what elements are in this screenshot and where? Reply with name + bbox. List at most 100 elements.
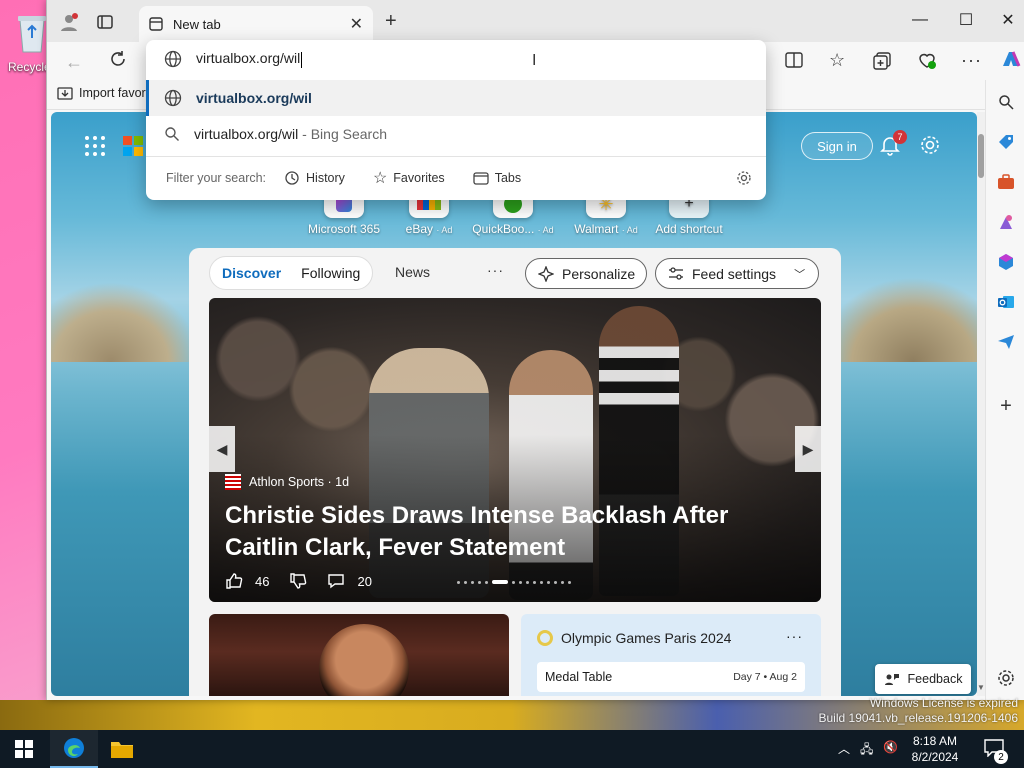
- outlook-icon[interactable]: [996, 292, 1016, 312]
- hero-story-card[interactable]: ◀ ▶ Athlon Sports · 1d Christie Sides Dr…: [209, 298, 821, 602]
- tab-actions-icon[interactable]: [97, 14, 113, 30]
- carousel-next-button[interactable]: ▶: [795, 426, 821, 472]
- medal-table-row[interactable]: Medal Table Day 7 • Aug 2: [537, 662, 805, 692]
- feed-settings-label: Feed settings: [692, 265, 777, 282]
- olympic-rings-icon: [537, 630, 553, 646]
- page-scrollbar[interactable]: ▼: [977, 112, 985, 696]
- comment-icon[interactable]: [327, 572, 345, 590]
- taskbar-edge-button[interactable]: [50, 730, 98, 768]
- scrollbar-thumb[interactable]: [978, 134, 984, 178]
- address-bar-dropdown: virtualbox.org/wil I virtualbox.org/wil …: [146, 40, 766, 200]
- minimize-button[interactable]: —: [897, 6, 943, 34]
- tab-strip: New tab ✕ + — ☐ ✕: [47, 0, 1024, 42]
- app-launcher-icon[interactable]: [85, 136, 105, 156]
- feedback-button[interactable]: Feedback: [875, 664, 971, 694]
- edge-sidebar: +: [985, 80, 1024, 700]
- windows-license-watermark: Windows License is expired Build 19041.v…: [819, 696, 1019, 726]
- ad-label: · Ad: [436, 225, 453, 235]
- text-cursor-icon: I: [532, 52, 537, 69]
- sign-in-button[interactable]: Sign in: [801, 132, 873, 160]
- more-options-icon[interactable]: ···: [961, 50, 982, 71]
- suggestion-bing-search[interactable]: virtualbox.org/wil - Bing Search: [146, 116, 766, 152]
- tab-following[interactable]: Following: [301, 265, 360, 281]
- volume-muted-icon[interactable]: 🔇: [883, 740, 898, 761]
- chevron-down-icon: ﹀: [794, 268, 806, 281]
- shortcut-label: Add shortcut: [655, 222, 723, 236]
- back-icon[interactable]: ←: [65, 52, 83, 73]
- shortcut-label: eBay: [405, 222, 433, 236]
- page-settings-gear-icon[interactable]: [919, 134, 941, 156]
- clock-date: 8/2/2024: [911, 750, 959, 764]
- gymnast-story-card[interactable]: [209, 614, 509, 696]
- taskbar-clock[interactable]: 8:18 AM 8/2/2024: [904, 733, 966, 765]
- like-count: 46: [255, 573, 270, 589]
- feed-settings-button[interactable]: Feed settings ﹀: [655, 258, 819, 289]
- recycle-bin-label[interactable]: Recycle: [8, 60, 51, 74]
- toolbox-icon[interactable]: [996, 172, 1016, 192]
- address-bar-input[interactable]: virtualbox.org/wil I: [146, 40, 766, 78]
- typed-url: virtualbox.org/wil: [196, 50, 301, 67]
- m365-icon[interactable]: [996, 252, 1016, 272]
- search-settings-gear-icon[interactable]: [736, 170, 752, 186]
- search-icon[interactable]: [996, 92, 1016, 112]
- scroll-down-arrow-icon[interactable]: ▼: [977, 683, 985, 692]
- filter-history-button[interactable]: History: [284, 170, 345, 186]
- import-favorites-button[interactable]: Import favor: [57, 86, 146, 100]
- personalize-button[interactable]: Personalize: [525, 258, 647, 289]
- tab-news[interactable]: News: [395, 264, 430, 280]
- filter-label: Filter your search:: [166, 171, 267, 185]
- settings-icon[interactable]: [996, 668, 1016, 688]
- close-window-button[interactable]: ✕: [985, 6, 1024, 34]
- feedback-label: Feedback: [907, 672, 963, 686]
- tab-new-tab[interactable]: New tab ✕: [139, 6, 373, 42]
- like-icon[interactable]: [225, 572, 243, 590]
- gymnast-image: [319, 624, 409, 696]
- start-button[interactable]: [0, 730, 48, 768]
- show-hidden-icons-chevron-icon[interactable]: ︿: [838, 740, 850, 761]
- athlon-sports-logo-icon: [225, 474, 241, 490]
- network-icon[interactable]: 🖧: [860, 740, 873, 761]
- olympic-card-more-icon[interactable]: ···: [786, 628, 803, 644]
- new-tab-icon: [149, 17, 163, 31]
- collections-icon[interactable]: [873, 52, 891, 70]
- filter-favorites-button[interactable]: ☆ Favorites: [373, 168, 445, 188]
- add-icon[interactable]: +: [996, 395, 1016, 417]
- medal-table-date: Day 7 • Aug 2: [733, 671, 797, 683]
- copilot-icon[interactable]: [999, 48, 1023, 72]
- profile-icon[interactable]: [59, 12, 79, 32]
- tab-discover[interactable]: Discover: [222, 265, 281, 281]
- ad-label: · Ad: [621, 225, 638, 235]
- shortcut-label: Microsoft 365: [307, 222, 381, 236]
- story-source[interactable]: Athlon Sports · 1d: [225, 474, 349, 490]
- olympic-games-card[interactable]: Olympic Games Paris 2024 ··· Medal Table…: [521, 614, 821, 696]
- taskbar-file-explorer-button[interactable]: [98, 730, 146, 768]
- globe-icon: [164, 50, 182, 68]
- browser-essentials-icon[interactable]: [917, 50, 937, 70]
- new-tab-plus-icon[interactable]: +: [385, 10, 397, 33]
- games-icon[interactable]: [996, 212, 1016, 232]
- feed-more-icon[interactable]: ···: [487, 262, 504, 278]
- favorites-star-icon[interactable]: ☆: [829, 50, 845, 71]
- recycle-bin-icon[interactable]: [14, 10, 50, 54]
- taskbar: ︿ 🖧 🔇 8:18 AM 8/2/2024 2: [0, 730, 1024, 768]
- close-tab-icon[interactable]: ✕: [350, 14, 363, 34]
- refresh-icon[interactable]: [109, 50, 127, 68]
- carousel-indicator[interactable]: [457, 576, 571, 588]
- notification-count-badge: 7: [893, 130, 907, 144]
- suggestion-url[interactable]: virtualbox.org/wil: [146, 80, 766, 116]
- suggestion-search-suffix: - Bing Search: [298, 126, 387, 142]
- news-feed: Discover Following News ··· Personalize …: [189, 248, 841, 696]
- carousel-prev-button[interactable]: ◀: [209, 426, 235, 472]
- comment-count: 20: [357, 573, 372, 589]
- history-icon: [284, 170, 300, 186]
- filter-tabs-button[interactable]: Tabs: [473, 171, 521, 185]
- story-headline[interactable]: Christie Sides Draws Intense Backlash Af…: [225, 500, 785, 564]
- system-tray: ︿ 🖧 🔇: [838, 740, 898, 761]
- split-screen-icon[interactable]: [785, 52, 803, 68]
- action-center-badge: 2: [994, 750, 1008, 764]
- tag-icon[interactable]: [996, 132, 1016, 152]
- maximize-button[interactable]: ☐: [943, 6, 989, 34]
- send-icon[interactable]: [996, 332, 1016, 352]
- dislike-icon[interactable]: [289, 572, 307, 590]
- personalize-label: Personalize: [562, 265, 636, 282]
